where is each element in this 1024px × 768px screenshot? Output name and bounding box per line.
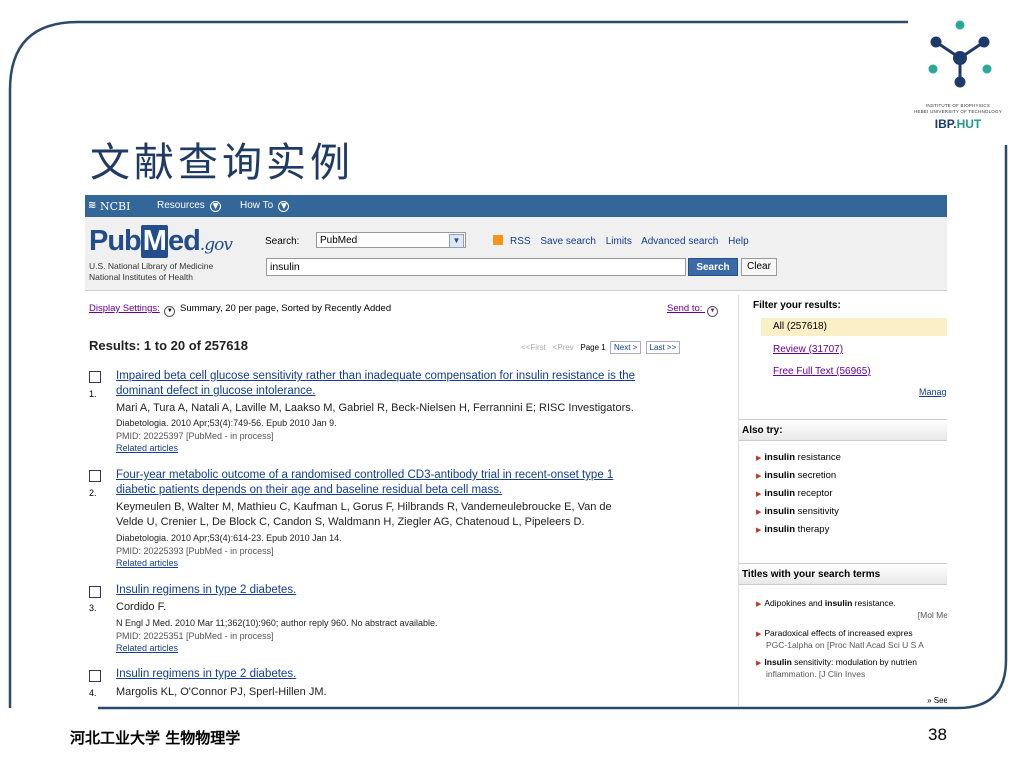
search-links: RSS Save search Limits Advanced search H… xyxy=(493,235,756,247)
related-articles-link[interactable]: Related articles xyxy=(116,558,178,568)
also-try-item[interactable]: ▶ insulin therapy xyxy=(756,524,829,535)
arrow-right-icon: ▶ xyxy=(756,491,762,498)
result-title[interactable]: Insulin regimens in type 2 diabetes. xyxy=(116,583,296,598)
pager-next[interactable]: Next > xyxy=(609,341,642,354)
display-settings: Display Settings: ▼ Summary, 20 per page… xyxy=(89,303,391,317)
also-try-item[interactable]: ▶ insulin secretion xyxy=(756,470,836,481)
save-search-link[interactable]: Save search xyxy=(540,236,596,247)
resources-menu[interactable]: Resources ▼ xyxy=(157,200,223,212)
logo-brand: IBP.HUT xyxy=(934,117,982,131)
result-number: 3. xyxy=(89,603,97,613)
result-checkbox[interactable] xyxy=(89,670,101,682)
institute-logo-icon xyxy=(928,20,992,88)
search-input[interactable]: insulin xyxy=(266,258,686,276)
rss-link[interactable]: RSS xyxy=(510,236,531,247)
arrow-right-icon: ▶ xyxy=(756,631,762,638)
result-checkbox[interactable] xyxy=(89,371,101,383)
search-button[interactable]: Search xyxy=(688,258,738,276)
chevron-down-icon[interactable]: ▼ xyxy=(164,306,176,317)
pubmed-screenshot: ≋ NCBI Resources ▼ How To ▼ PubMed.gov U… xyxy=(85,195,947,706)
pager-prev: <Prev xyxy=(552,343,574,352)
ncbi-top-bar: ≋ NCBI Resources ▼ How To ▼ xyxy=(85,195,947,217)
result-pmid: PMID: 20225397 [PubMed - in process] xyxy=(116,431,274,441)
result-authors: Mari A, Tura A, Natali A, Laville M, Laa… xyxy=(116,402,634,414)
page-number: 38 xyxy=(928,725,947,744)
logo-caption: INSTITUTE OF BIOPHYSICS HEBEI UNIVERSITY … xyxy=(914,103,1002,114)
result-title[interactable]: Insulin regimens in type 2 diabetes. xyxy=(116,667,296,682)
result-number: 1. xyxy=(89,389,97,399)
result-checkbox[interactable] xyxy=(89,586,101,598)
see-more-link[interactable]: » See xyxy=(756,695,947,706)
result-pmid: PMID: 20225393 [PubMed - in process] xyxy=(116,546,274,556)
result-authors: Keymeulen B, Walter M, Mathieu C, Kaufma… xyxy=(116,501,612,528)
chevron-down-icon: ▼ xyxy=(209,201,221,212)
arrow-right-icon: ▶ xyxy=(756,509,762,516)
pager: <<First <Prev Page 1 Next > Last >> xyxy=(521,341,681,354)
arrow-right-icon: ▶ xyxy=(756,601,762,608)
result-authors: Cordido F. xyxy=(116,601,167,613)
result-authors: Margolis KL, O'Connor PJ, Sperl-Hillen J… xyxy=(116,686,327,698)
also-try-heading: Also try: xyxy=(739,419,947,441)
related-articles-link[interactable]: Related articles xyxy=(116,443,178,453)
result-journal: Diabetologia. 2010 Apr;53(4):749-56. Epu… xyxy=(116,418,337,428)
also-try-item[interactable]: ▶ insulin receptor xyxy=(756,488,833,499)
howto-menu[interactable]: How To ▼ xyxy=(240,200,291,212)
title-suggestion[interactable]: ▶ Paradoxical effects of increased expres… xyxy=(756,628,947,651)
chevron-down-icon: ▼ xyxy=(707,306,719,317)
also-try-item[interactable]: ▶ insulin sensitivity xyxy=(756,506,839,517)
database-select[interactable]: PubMed ▼ xyxy=(316,232,466,248)
title-suggestion[interactable]: ▶ Adipokines and insulin resistance. [Mol… xyxy=(756,598,947,621)
limits-link[interactable]: Limits xyxy=(606,236,632,247)
chevron-down-icon: ▼ xyxy=(277,201,289,212)
titles-heading: Titles with your search terms xyxy=(739,563,947,585)
pager-current: Page 1 xyxy=(580,343,606,352)
filter-review-link[interactable]: Review (31707) xyxy=(773,344,843,355)
related-articles-link[interactable]: Related articles xyxy=(116,643,178,653)
rss-icon xyxy=(493,235,503,245)
filter-heading: Filter your results: xyxy=(753,300,841,311)
result-journal: Diabetologia. 2010 Apr;53(4):614-23. Epu… xyxy=(116,533,342,543)
arrow-right-icon: ▶ xyxy=(756,455,762,462)
result-title[interactable]: Four-year metabolic outcome of a randomi… xyxy=(116,468,613,498)
results-sidebar: Filter your results: All (257618) Review… xyxy=(738,295,947,706)
arrow-right-icon: ▶ xyxy=(756,473,762,480)
display-settings-text: Summary, 20 per page, Sorted by Recently… xyxy=(180,303,392,314)
results-count: Results: 1 to 20 of 257618 xyxy=(89,338,248,353)
help-link[interactable]: Help xyxy=(728,236,749,247)
search-label: Search: xyxy=(265,236,300,247)
arrow-right-icon: ▶ xyxy=(756,660,762,667)
display-settings-link[interactable]: Display Settings: xyxy=(89,303,160,314)
arrow-right-icon: ▶ xyxy=(756,527,762,534)
also-try-item[interactable]: ▶ insulin resistance xyxy=(756,452,841,463)
result-checkbox[interactable] xyxy=(89,470,101,482)
result-title[interactable]: Impaired beta cell glucose sensitivity r… xyxy=(116,369,635,399)
filter-free-full-text-link[interactable]: Free Full Text (56965) xyxy=(773,366,871,377)
result-number: 2. xyxy=(89,488,97,498)
pager-first: <<First xyxy=(521,343,546,352)
ncbi-logo-icon: ≋ xyxy=(88,200,97,211)
title-suggestion[interactable]: ▶ Insulin sensitivity: modulation by nutr… xyxy=(756,657,947,680)
slide-title: 文献查询实例 xyxy=(90,140,354,186)
clear-button[interactable]: Clear xyxy=(741,258,777,276)
send-to-link[interactable]: Send to: ▼ xyxy=(667,303,720,317)
chevron-down-icon: ▼ xyxy=(449,234,464,248)
ncbi-brand[interactable]: NCBI xyxy=(100,200,130,213)
result-number: 4. xyxy=(89,688,97,698)
footer-institution: 河北工业大学 生物物理学 xyxy=(70,729,241,747)
pager-last[interactable]: Last >> xyxy=(645,341,681,354)
result-journal: N Engl J Med. 2010 Mar 11;362(10):960; a… xyxy=(116,618,438,628)
result-pmid: PMID: 20225351 [PubMed - in process] xyxy=(116,631,274,641)
advanced-search-link[interactable]: Advanced search xyxy=(641,236,718,247)
nlm-caption: U.S. National Library of Medicine Nationa… xyxy=(89,261,214,282)
manage-filters-link[interactable]: Manag xyxy=(919,387,947,397)
pubmed-logo[interactable]: PubMed.gov xyxy=(89,225,233,258)
filter-all[interactable]: All (257618) xyxy=(761,318,947,336)
